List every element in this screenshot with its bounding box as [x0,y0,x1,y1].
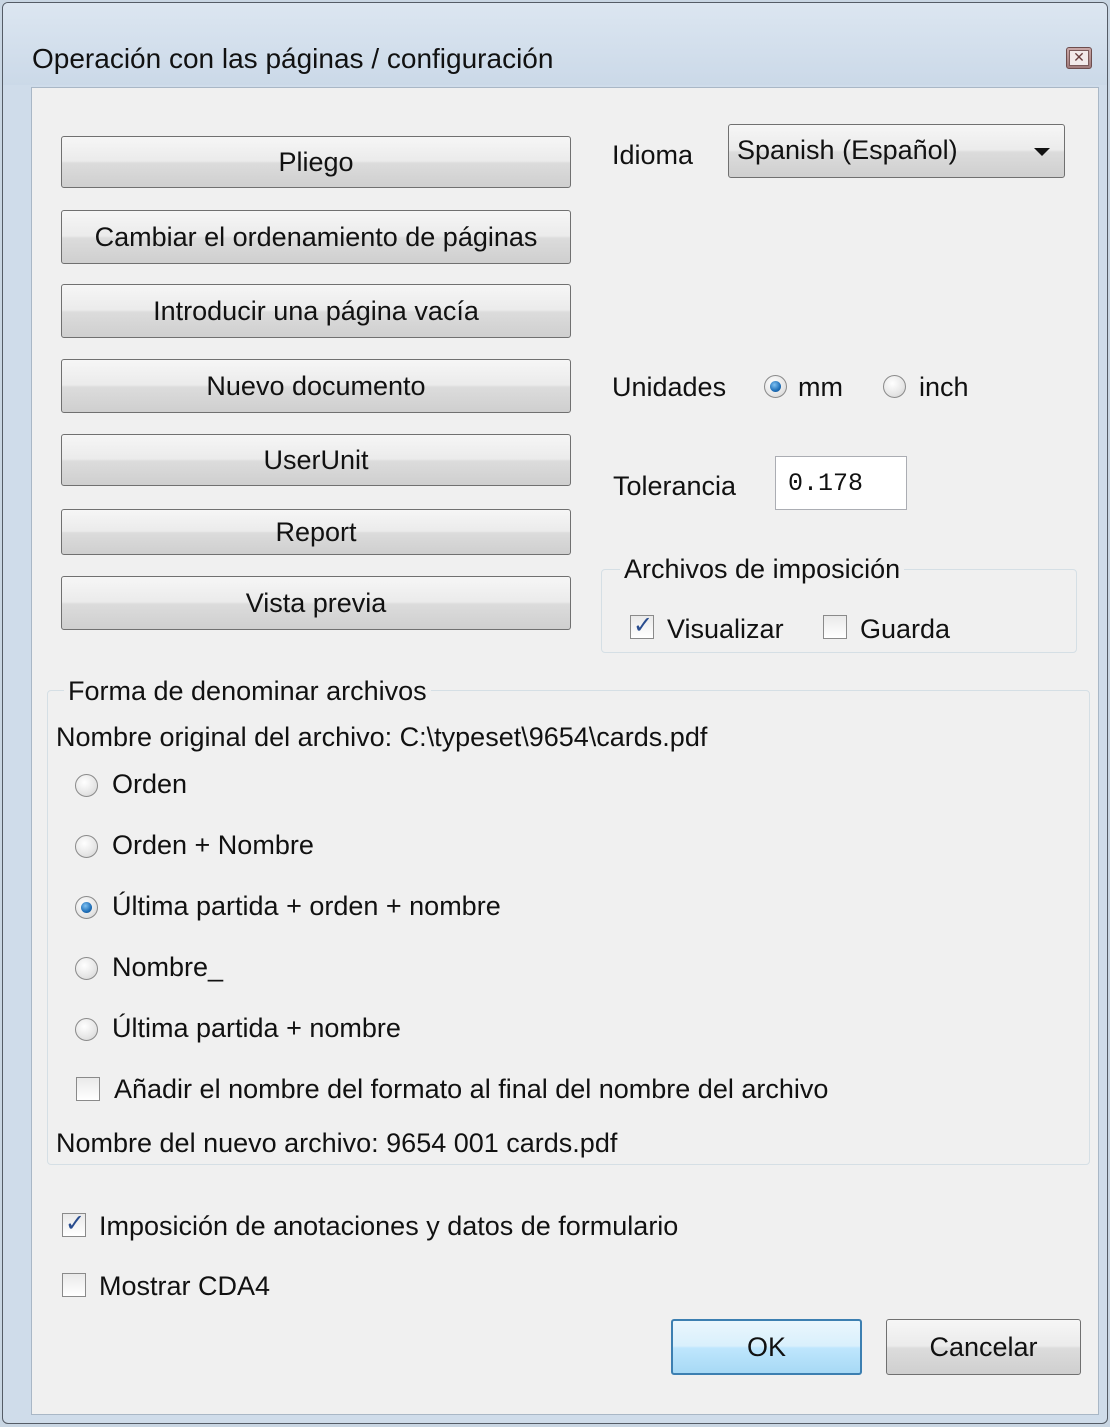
tolerance-value: 0.178 [788,469,864,498]
tolerance-label: Tolerancia [613,471,737,501]
title-bar[interactable]: Operación con las páginas / configuració… [3,3,1107,85]
naming-option-label[interactable]: Orden + Nombre [112,830,314,861]
naming-option-label[interactable]: Última partida + orden + nombre [112,891,501,922]
preview-button[interactable]: Vista previa [61,576,571,630]
chevron-down-icon [1034,148,1050,156]
new-document-button[interactable]: Nuevo documento [61,359,571,413]
cancel-button[interactable]: Cancelar [886,1319,1081,1375]
dialog-client: Pliego Cambiar el ordenamiento de página… [31,87,1099,1415]
naming-option-radio[interactable] [75,1018,98,1041]
append-format-checkbox[interactable] [76,1077,100,1101]
units-label: Unidades [612,372,727,402]
naming-option-radio[interactable] [75,896,98,919]
close-icon: ✕ [1069,50,1089,66]
save-label[interactable]: Guarda [860,614,950,645]
naming-option-label[interactable]: Última partida + nombre [112,1013,401,1044]
language-label: Idioma [612,140,694,170]
append-format-label[interactable]: Añadir el nombre del formato al final de… [114,1074,828,1105]
show-cda4-checkbox[interactable] [62,1273,86,1297]
report-button[interactable]: Report [61,509,571,555]
units-mm-radio[interactable] [764,375,787,398]
pliego-button[interactable]: Pliego [61,136,571,188]
naming-option-label[interactable]: Orden [112,769,187,800]
tolerance-input[interactable]: 0.178 [775,456,907,510]
naming-option-label[interactable]: Nombre_ [112,952,223,983]
ok-button[interactable]: OK [671,1319,862,1375]
imposition-files-legend: Archivos de imposición [620,554,905,585]
close-button[interactable]: ✕ [1066,47,1092,69]
naming-option-radio[interactable] [75,835,98,858]
naming-option-radio[interactable] [75,774,98,797]
impose-annotations-label[interactable]: Imposición de anotaciones y datos de for… [99,1211,678,1242]
save-checkbox[interactable] [823,615,847,639]
insert-blank-page-button[interactable]: Introducir una página vacía [61,284,571,338]
language-select-value: Spanish (Español) [737,135,958,165]
naming-option-radio[interactable] [75,957,98,980]
new-filename: Nombre del nuevo archivo: 9654 001 cards… [56,1128,618,1158]
dialog-window: Operación con las páginas / configuració… [2,2,1108,1424]
visualize-label[interactable]: Visualizar [667,614,784,645]
impose-annotations-checkbox[interactable]: ✓ [62,1210,86,1237]
userunit-button[interactable]: UserUnit [61,434,571,486]
visualize-checkbox[interactable]: ✓ [630,612,654,639]
show-cda4-label[interactable]: Mostrar CDA4 [99,1271,270,1302]
change-page-order-button[interactable]: Cambiar el ordenamiento de páginas [61,210,571,264]
naming-legend: Forma de denominar archivos [64,676,431,707]
units-inch-label[interactable]: inch [919,372,969,403]
units-mm-label[interactable]: mm [798,372,843,403]
units-inch-radio[interactable] [883,375,906,398]
language-select[interactable]: Spanish (Español) [728,124,1065,178]
window-title: Operación con las páginas / configuració… [32,43,554,74]
original-filename: Nombre original del archivo: C:\typeset\… [56,722,708,752]
